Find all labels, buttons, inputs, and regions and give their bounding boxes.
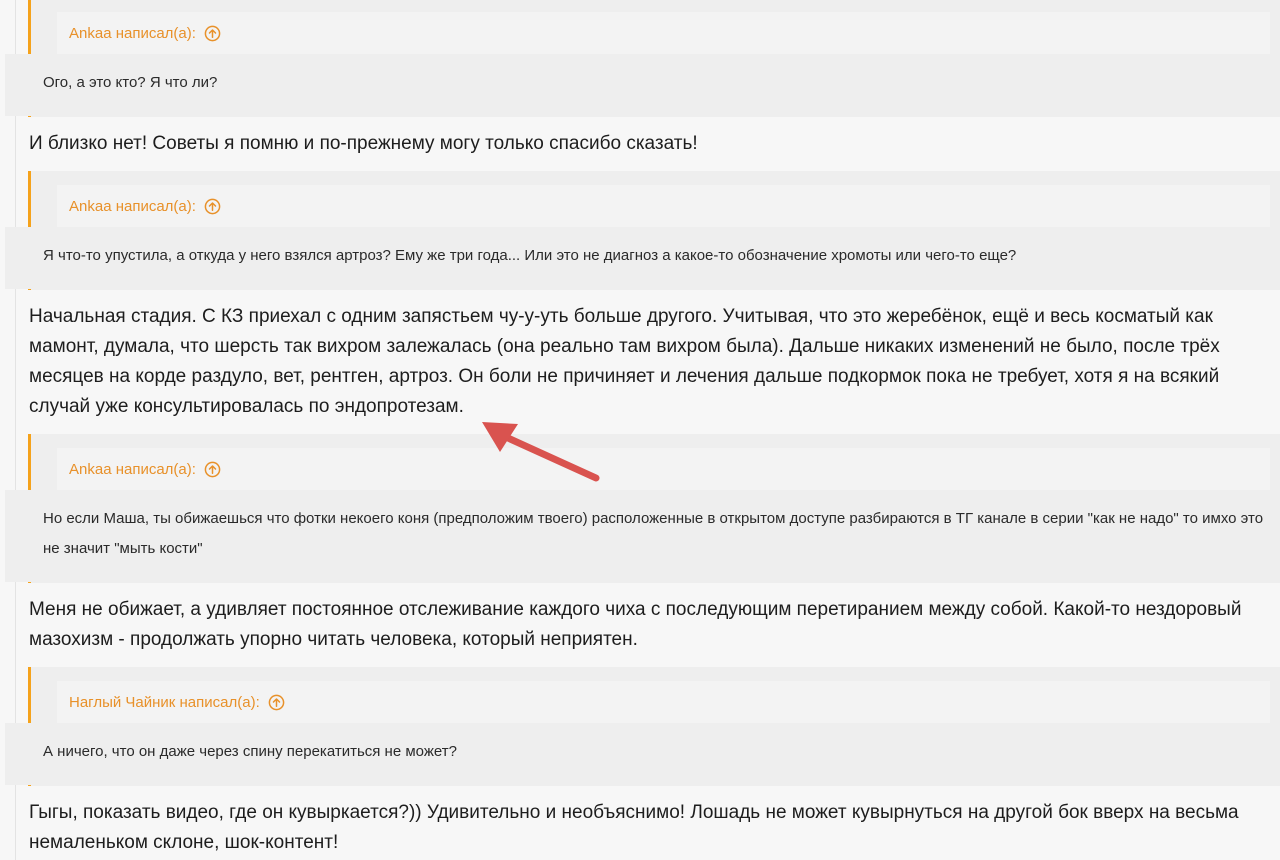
quote-author-link[interactable]: Ankaa написал(а): xyxy=(69,461,196,478)
reply-text: Гыгы, показать видео, где он кувыркается… xyxy=(29,802,1239,853)
quote-text: Ого, а это кто? Я что ли? xyxy=(5,54,1280,116)
quote-header-box: Ankaa написал(а): xyxy=(57,185,1270,227)
quote-text: А ничего, что он даже через спину перека… xyxy=(5,723,1280,785)
quote-text: Но если Маша, ты обижаешься что фотки не… xyxy=(5,490,1280,582)
post-content: Ankaa написал(а): Ого, а это кто? Я что … xyxy=(5,0,1280,860)
quote-header: Ankaa написал(а): xyxy=(57,448,1270,490)
reply-text: Меня не обижает, а удивляет постоянное о… xyxy=(29,599,1242,650)
forum-post-page: Ankaa написал(а): Ого, а это кто? Я что … xyxy=(0,0,1280,860)
annotation-arrow-icon xyxy=(482,422,600,482)
quote-header-box: Ankaa написал(а): xyxy=(57,448,1270,490)
quote-header-box: Ankaa написал(а): xyxy=(57,12,1270,54)
quote-author-link[interactable]: Ankaa написал(а): xyxy=(69,198,196,215)
quote-block: Ankaa написал(а): Но если Маша, ты обижа… xyxy=(5,434,1280,583)
arrow-up-circle-icon[interactable] xyxy=(204,461,221,478)
quote-block: Ankaa написал(а): Я что-то упустила, а о… xyxy=(5,171,1280,290)
quote-author-link[interactable]: Ankaa написал(а): xyxy=(69,25,196,42)
quote-block: Ankaa написал(а): Ого, а это кто? Я что … xyxy=(5,0,1280,117)
quote-header: Наглый Чайник написал(а): xyxy=(57,681,1270,723)
quote-text: Я что-то упустила, а откуда у него взялс… xyxy=(5,227,1280,289)
quote-header: Ankaa написал(а): xyxy=(57,185,1270,227)
quote-header: Ankaa написал(а): xyxy=(57,12,1270,54)
reply-text: Начальная стадия. С КЗ приехал с одним з… xyxy=(29,306,1220,417)
quote-block: Наглый Чайник написал(а): А ничего, что … xyxy=(5,667,1280,786)
quote-author-link[interactable]: Наглый Чайник написал(а): xyxy=(69,694,260,711)
reply-text: И близко нет! Советы я помню и по-прежне… xyxy=(29,133,698,154)
arrow-up-circle-icon[interactable] xyxy=(204,198,221,215)
quote-header-box: Наглый Чайник написал(а): xyxy=(57,681,1270,723)
arrow-up-circle-icon[interactable] xyxy=(204,25,221,42)
arrow-up-circle-icon[interactable] xyxy=(268,694,285,711)
